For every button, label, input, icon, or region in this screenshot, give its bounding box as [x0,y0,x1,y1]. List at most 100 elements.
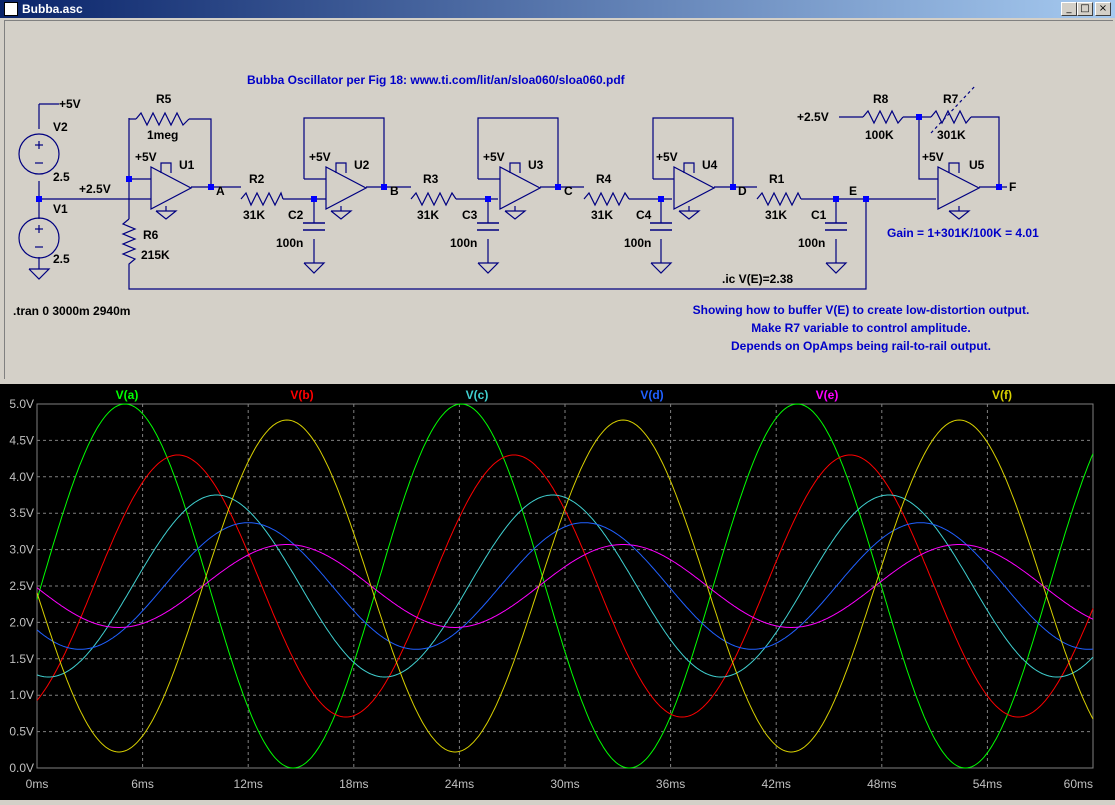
label-r2-name: R2 [249,172,265,186]
minimize-icon[interactable]: _ [1061,2,1077,16]
label-v1-name: V1 [53,202,68,216]
x-tick-label: 48ms [867,777,896,791]
label-u3: U3 [528,158,544,172]
x-tick-label: 18ms [339,777,368,791]
resistor-r4 [583,191,630,207]
label-u5: U5 [969,158,985,172]
label-r2-value: 31K [243,208,265,222]
y-tick-label: 3.0V [9,543,34,557]
label-c2-value: 100n [276,236,303,250]
note-line-2: Make R7 variable to control amplitude. [751,321,970,335]
label-supply-v2: +5V [59,97,81,111]
label-v2-value: 2.5 [53,170,70,184]
y-tick-label: 1.5V [9,652,34,666]
opamp-u5 [937,166,981,210]
y-axis-ticks: 0.0V 0.5V 1.0V 1.5V 2.0V 2.5V 3.0V 3.5V 4.0V 4.5V… [9,397,34,775]
x-tick-label: 30ms [550,777,579,791]
legend-vc[interactable]: V(c) [466,388,489,402]
label-r1-name: R1 [769,172,785,186]
resistor-r2 [240,191,284,207]
capacitors [303,222,847,231]
label-node-e: E [849,184,857,198]
schematic-title: Bubba Oscillator per Fig 18: www.ti.com/… [247,73,626,87]
label-gain: Gain = 1+301K/100K = 4.01 [887,226,1039,240]
label-u4: U4 [702,158,718,172]
legend-vf[interactable]: V(f) [992,388,1012,402]
label-node-c: C [564,184,573,198]
label-r3-name: R3 [423,172,439,186]
label-u3-supply: +5V [483,150,505,164]
x-tick-label: 12ms [234,777,263,791]
label-v1-value: 2.5 [53,252,70,266]
legend-va[interactable]: V(a) [116,388,139,402]
label-c4-name: C4 [636,208,652,222]
label-c1-name: C1 [811,208,827,222]
label-u2-supply: +5V [309,150,331,164]
y-tick-label: 0.0V [9,761,34,775]
label-node-b: B [390,184,399,198]
label-u1: U1 [179,158,195,172]
label-v1-node: +2.5V [79,182,111,196]
label-ic-directive: .ic V(E)=2.38 [722,272,793,286]
opamp-u1 [150,166,193,210]
y-tick-label: 2.5V [9,579,34,593]
schematic-pane[interactable]: Bubba Oscillator per Fig 18: www.ti.com/… [4,20,1113,379]
y-tick-label: 0.5V [9,725,34,739]
y-tick-label: 1.0V [9,688,34,702]
note-line-3: Depends on OpAmps being rail-to-rail out… [731,339,991,353]
plot-legend[interactable]: V(a) V(b) V(c) V(d) V(e) V(f) [116,388,1012,402]
label-u2: U2 [354,158,370,172]
label-r8-node: +2.5V [797,110,829,124]
window-app-icon[interactable] [4,2,18,16]
label-tran-directive: .tran 0 3000m 2940m [13,304,130,318]
resistor-r6 [121,218,137,269]
y-tick-label: 4.0V [9,470,34,484]
x-tick-label: 54ms [973,777,1002,791]
close-icon[interactable]: × [1095,2,1111,16]
label-r3-value: 31K [417,208,439,222]
label-c1-value: 100n [798,236,825,250]
schematic-labels: Bubba Oscillator per Fig 18: www.ti.com/… [13,73,1039,353]
x-tick-label: 36ms [656,777,685,791]
label-r1-value: 31K [765,208,787,222]
note-line-1: Showing how to buffer V(E) to create low… [693,303,1030,317]
legend-ve[interactable]: V(e) [816,388,839,402]
label-v2-name: V2 [53,120,68,134]
label-node-f: F [1009,180,1016,194]
ground-symbols [28,206,971,280]
label-node-d: D [738,184,747,198]
resistor-r1 [756,191,802,207]
y-tick-label: 3.5V [9,506,34,520]
resistor-r7 [930,109,972,125]
x-tick-label: 0ms [26,777,49,791]
x-tick-label: 42ms [762,777,791,791]
x-axis-ticks: 0ms 6ms 12ms 18ms 24ms 30ms 36ms 42ms 48ms 54ms 60… [26,777,1093,791]
window-title: Bubba.asc [22,2,83,16]
y-tick-label: 2.0V [9,615,34,629]
y-tick-label: 5.0V [9,397,34,411]
x-tick-label: 60ms [1064,777,1093,791]
x-tick-label: 6ms [131,777,154,791]
label-r5-value: 1meg [147,128,178,142]
schematic-canvas[interactable]: Bubba Oscillator per Fig 18: www.ti.com/… [5,21,1114,380]
waveform-pane[interactable]: 0.0V 0.5V 1.0V 1.5V 2.0V 2.5V 3.0V 3.5V 4.0V 4.5V… [0,384,1115,800]
label-u5-supply: +5V [922,150,944,164]
label-u4-supply: +5V [656,150,678,164]
waveform-plot[interactable]: 0.0V 0.5V 1.0V 1.5V 2.0V 2.5V 3.0V 3.5V 4.0V 4.5V… [0,384,1115,800]
opamp-u4 [673,166,716,210]
legend-vb[interactable]: V(b) [290,388,313,402]
label-r7-value: 301K [937,128,966,142]
label-r7-name: R7 [943,92,959,106]
x-tick-label: 24ms [445,777,474,791]
legend-vd[interactable]: V(d) [640,388,663,402]
label-c2-name: C2 [288,208,304,222]
label-r4-name: R4 [596,172,612,186]
label-r6-name: R6 [143,228,159,242]
window-titlebar: Bubba.asc _ □ × [0,0,1115,18]
label-c3-value: 100n [450,236,477,250]
y-tick-label: 4.5V [9,433,34,447]
label-u1-supply: +5V [135,150,157,164]
label-c3-name: C3 [462,208,478,222]
resistor-r8 [862,109,904,125]
maximize-icon[interactable]: □ [1077,2,1093,16]
